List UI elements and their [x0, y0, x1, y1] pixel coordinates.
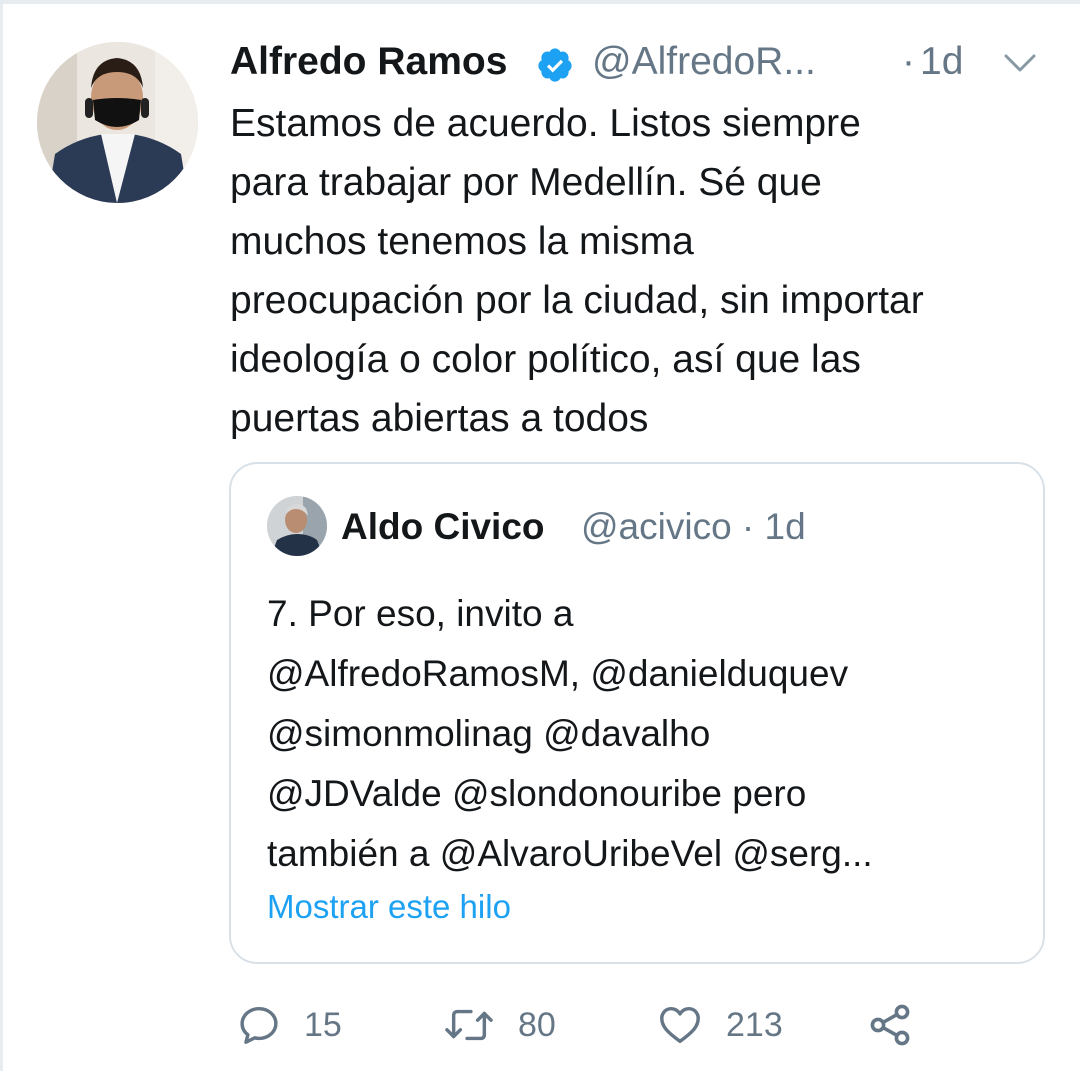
separator-dot: · [902, 40, 915, 83]
left-divider [0, 0, 3, 1071]
chevron-down-icon[interactable] [1000, 48, 1040, 78]
author-handle[interactable]: @AlfredoR... [592, 40, 816, 84]
author-name[interactable]: Alfredo Ramos [230, 40, 507, 84]
quoted-handle-time: @acivico · 1d [581, 506, 806, 547]
quoted-tweet-body: 7. Por eso, invito a @AlfredoRamosM, @da… [267, 584, 1027, 884]
tweet-text-line: Estamos de acuerdo. Listos siempre [230, 102, 861, 145]
quoted-author-name[interactable]: Aldo Civico [341, 506, 545, 548]
tweet-header: Alfredo Ramos @AlfredoR... · 1d [230, 36, 1060, 90]
tweet-action-bar: 15 80 213 [230, 998, 1060, 1058]
reply-icon [240, 1006, 278, 1044]
like-count: 213 [726, 1005, 783, 1044]
tweet-timestamp[interactable]: 1d [920, 40, 963, 84]
share-button[interactable] [866, 998, 914, 1052]
tweet-text-line: preocupación por la ciudad, sin importar [230, 279, 924, 322]
retweet-icon [445, 1009, 493, 1041]
quoted-text-line: también a @AlvaroUribeVel @serg... [267, 833, 873, 874]
tweet-text-line: ideología o color político, así que las [230, 338, 861, 381]
like-button[interactable]: 213 [656, 998, 783, 1052]
share-icon [870, 1004, 910, 1046]
quoted-text-line: 7. Por eso, invito a [267, 593, 574, 634]
heart-icon [660, 1006, 700, 1044]
quoted-text-line: @simonmolinag @davalho [267, 713, 711, 754]
retweet-count: 80 [518, 1005, 556, 1044]
tweet-body: Estamos de acuerdo. Listos siempre para … [230, 94, 1060, 448]
quoted-author-avatar[interactable] [267, 496, 327, 556]
reply-count: 15 [304, 1005, 342, 1044]
tweet-text-line: puertas abiertas a todos [230, 397, 649, 440]
top-divider [0, 0, 1080, 4]
quoted-text-line: @JDValde @slondonouribe pero [267, 773, 807, 814]
retweet-button[interactable]: 80 [442, 998, 556, 1052]
author-avatar[interactable] [37, 42, 198, 203]
quoted-text-line: @AlfredoRamosM, @danielduquev [267, 653, 849, 694]
quoted-tweet-card[interactable]: Aldo Civico @acivico · 1d 7. Por eso, in… [229, 462, 1045, 964]
verified-badge-icon [538, 48, 572, 82]
show-thread-link[interactable]: Mostrar este hilo [267, 888, 511, 926]
reply-button[interactable]: 15 [236, 998, 342, 1052]
tweet-text-line: para trabajar por Medellín. Sé que [230, 161, 822, 204]
tweet-text-line: muchos tenemos la misma [230, 220, 694, 263]
